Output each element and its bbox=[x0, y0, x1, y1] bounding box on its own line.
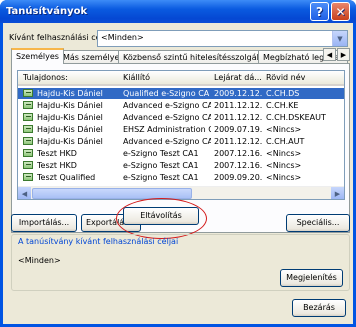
column-friendly-name[interactable]: Rövid név bbox=[266, 73, 305, 82]
row-issuer: Advanced e-Szigno CA3 bbox=[123, 137, 211, 146]
certificate-icon bbox=[23, 89, 33, 97]
row-friendly-name: <Nincs> bbox=[266, 173, 302, 182]
row-expiry: 2009.07.19. bbox=[214, 125, 263, 134]
certificate-icon bbox=[23, 113, 33, 121]
view-button[interactable]: Megjelenítés bbox=[280, 269, 343, 287]
scroll-right-icon[interactable]: ▶ bbox=[331, 187, 344, 199]
purpose-select[interactable]: <Minden> ▼ bbox=[97, 30, 348, 47]
table-row[interactable]: Teszt Qualified e-Szigno Teszt CA1 2009.09… bbox=[18, 172, 344, 183]
certificate-list[interactable]: Tulajdonos: Kiállító Lejárat dá... Rövid… bbox=[17, 70, 345, 200]
certificate-icon bbox=[23, 173, 33, 181]
row-owner: Teszt Qualified bbox=[37, 173, 96, 182]
tab-strip: Személyes Más személyek Közbenső szintű … bbox=[11, 48, 351, 64]
row-issuer: Advanced e-Szigno CA3 bbox=[123, 101, 211, 110]
import-button[interactable]: Importálás... bbox=[11, 214, 77, 232]
row-issuer: e-Szigno Teszt CA1 bbox=[123, 161, 199, 170]
certificate-icon bbox=[23, 161, 33, 169]
table-row[interactable]: Teszt HKD e-Szigno Teszt CA1 2007.12.16. <N… bbox=[18, 160, 344, 171]
chevron-down-icon[interactable]: ▼ bbox=[332, 31, 347, 46]
table-row[interactable]: Hajdu-Kis Dániel Advanced e-Szigno CA3 201… bbox=[18, 136, 344, 147]
table-row[interactable]: Hajdu-Kis Dániel Qualified e-Szigno CA 200… bbox=[18, 88, 344, 99]
row-owner: Hajdu-Kis Dániel bbox=[37, 125, 103, 134]
purposes-value: <Minden> bbox=[18, 256, 61, 265]
certificate-icon bbox=[23, 137, 33, 145]
row-issuer: e-Szigno Teszt CA1 bbox=[123, 149, 199, 158]
row-owner: Hajdu-Kis Dániel bbox=[37, 113, 103, 122]
row-friendly-name: <Nincs> bbox=[266, 149, 302, 158]
row-owner: Hajdu-Kis Dániel bbox=[37, 137, 103, 146]
purpose-label: Kívánt felhasználási cél: bbox=[9, 33, 106, 42]
tab-scroll-right-icon[interactable]: ▶ bbox=[337, 48, 350, 61]
tab-personal[interactable]: Személyes bbox=[11, 48, 64, 64]
column-issuer[interactable]: Kiállító bbox=[123, 73, 150, 82]
scroll-left-icon[interactable]: ◀ bbox=[18, 187, 31, 199]
row-owner: Teszt HKD bbox=[37, 161, 77, 170]
title-bar[interactable]: Tanúsítványok ? ✕ bbox=[0, 0, 356, 23]
purposes-caption: A tanúsítvány kívánt felhasználási célja… bbox=[18, 237, 179, 246]
list-header: Tulajdonos: Kiállító Lejárat dá... Rövid… bbox=[18, 71, 344, 86]
column-owner[interactable]: Tulajdonos: bbox=[23, 73, 68, 82]
table-row[interactable]: Teszt HKD e-Szigno Teszt CA1 2007.12.16. <N… bbox=[18, 148, 344, 159]
certificates-dialog: Tanúsítványok ? ✕ Kívánt felhasználási c… bbox=[0, 0, 356, 327]
row-owner: Hajdu-Kis Dániel bbox=[37, 101, 103, 110]
row-issuer: EHSZ Administration CA bbox=[123, 125, 211, 134]
row-issuer: Advanced e-Szigno CA3 bbox=[123, 113, 211, 122]
row-expiry: 2007.12.16. bbox=[214, 161, 263, 170]
row-friendly-name: <Nincs> bbox=[266, 125, 302, 134]
row-owner: Hajdu-Kis Dániel bbox=[37, 89, 103, 98]
dialog-body: Kívánt felhasználási cél: <Minden> ▼ Sze… bbox=[3, 23, 353, 324]
row-friendly-name: C.CH.DSKEAUT bbox=[266, 113, 326, 122]
row-expiry: 2011.12.12. bbox=[214, 137, 263, 146]
advanced-button[interactable]: Speciális... bbox=[286, 214, 350, 232]
certificate-icon bbox=[23, 125, 33, 133]
row-issuer: Qualified e-Szigno CA bbox=[123, 89, 210, 98]
tab-scroll-left-icon[interactable]: ◀ bbox=[323, 48, 336, 61]
close-button[interactable]: Bezárás bbox=[292, 299, 346, 317]
row-expiry: 2009.12.12. bbox=[214, 89, 263, 98]
help-button[interactable]: ? bbox=[310, 2, 329, 21]
highlight-ellipse bbox=[116, 198, 207, 239]
row-friendly-name: C.CH.KE bbox=[266, 101, 299, 110]
close-window-button[interactable]: ✕ bbox=[331, 2, 350, 21]
row-expiry: 2011.12.12. bbox=[214, 113, 263, 122]
row-expiry: 2009.09.20. bbox=[214, 173, 263, 182]
row-friendly-name: C.CH.AUT bbox=[266, 137, 305, 146]
window-title: Tanúsítványok bbox=[6, 6, 88, 17]
row-expiry: 2007.12.16. bbox=[214, 149, 263, 158]
table-row[interactable]: Hajdu-Kis Dániel Advanced e-Szigno CA3 201… bbox=[18, 112, 344, 123]
row-issuer: e-Szigno Teszt CA1 bbox=[123, 173, 199, 182]
table-row[interactable]: Hajdu-Kis Dániel Advanced e-Szigno CA3 201… bbox=[18, 100, 344, 111]
table-row[interactable]: Hajdu-Kis Dániel EHSZ Administration CA 20… bbox=[18, 124, 344, 135]
row-owner: Teszt HKD bbox=[37, 149, 77, 158]
row-friendly-name: <Nincs> bbox=[266, 161, 302, 170]
certificate-icon bbox=[23, 101, 33, 109]
column-expiry[interactable]: Lejárat dá... bbox=[214, 73, 262, 82]
horizontal-scrollbar[interactable]: ◀ ▶ bbox=[18, 186, 344, 199]
certificate-icon bbox=[23, 149, 33, 157]
purposes-groupbox: A tanúsítvány kívánt felhasználási célja… bbox=[11, 234, 350, 291]
row-friendly-name: C.CH.DS bbox=[266, 89, 300, 98]
purpose-select-value: <Minden> bbox=[101, 33, 144, 42]
row-expiry: 2011.12.12. bbox=[214, 101, 263, 110]
